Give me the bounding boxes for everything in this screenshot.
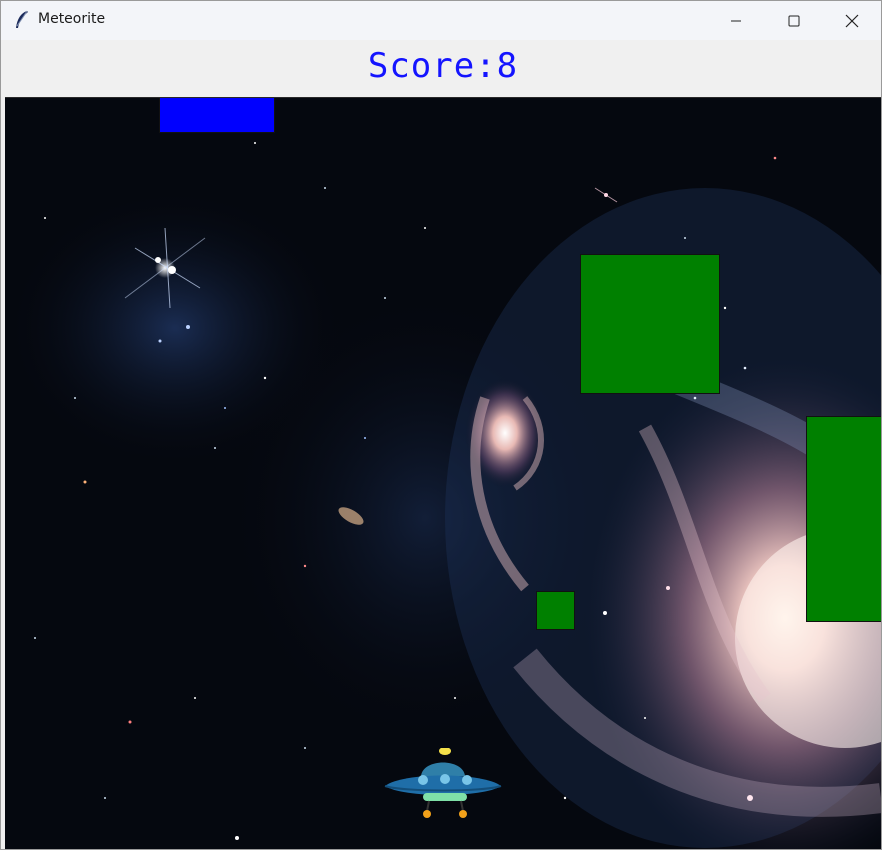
close-button[interactable]	[823, 1, 881, 40]
falling-block-green	[580, 254, 720, 394]
falling-block-green	[536, 591, 575, 630]
minimize-button[interactable]	[707, 1, 765, 40]
score-label: Score:8	[367, 46, 519, 86]
ufo-player[interactable]	[383, 748, 503, 823]
falling-block-green	[806, 416, 881, 622]
feather-icon	[16, 10, 28, 28]
title-bar[interactable]: Meteorite	[1, 1, 881, 40]
game-window: Meteorite Score:8	[0, 0, 882, 850]
maximize-icon	[788, 15, 800, 26]
space-background	[5, 98, 881, 849]
close-icon	[845, 14, 859, 27]
game-canvas[interactable]	[5, 97, 881, 849]
maximize-button[interactable]	[765, 1, 823, 40]
window-title: Meteorite	[38, 11, 106, 27]
score-bar: Score:8	[5, 40, 881, 97]
minimize-icon	[731, 20, 741, 21]
falling-block-blue	[159, 98, 275, 133]
